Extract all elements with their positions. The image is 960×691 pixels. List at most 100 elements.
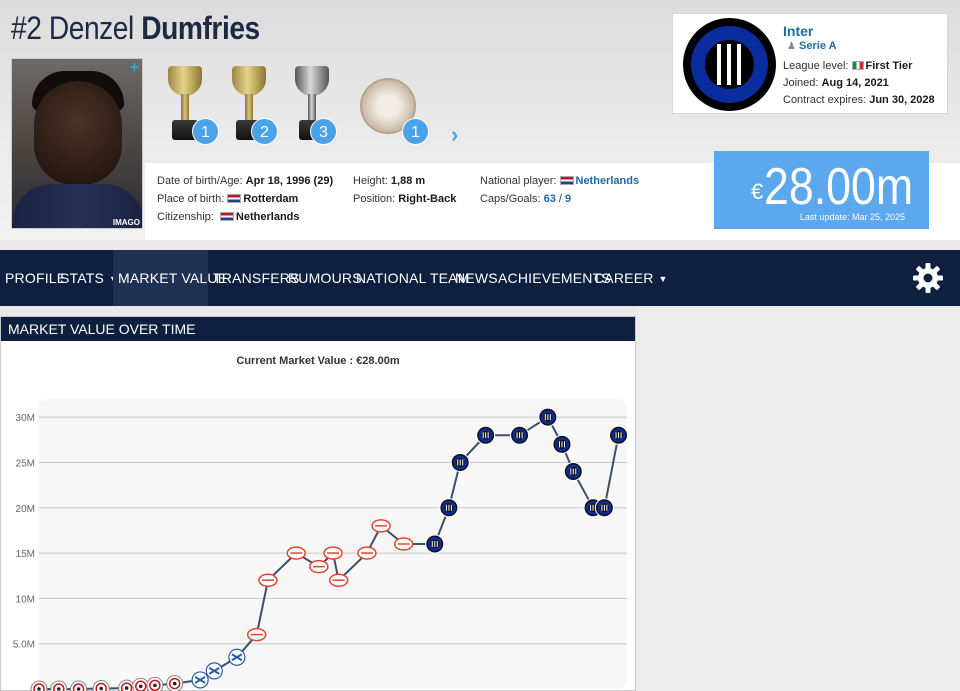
market-value-box[interactable]: € 28.00m Last update: Mar 25, 2025 xyxy=(714,151,929,229)
y-tick-label: 10M xyxy=(16,594,35,605)
nav-transfers[interactable]: TRANSFERS xyxy=(208,250,299,306)
dob-value: Apr 18, 1996 (29) xyxy=(245,175,334,187)
market-value-amount: 28.00m xyxy=(764,158,914,216)
contract-label: Contract expires: xyxy=(783,94,867,106)
data-point-inter-marker[interactable] xyxy=(425,534,445,554)
chevron-right-icon[interactable]: › xyxy=(451,122,458,148)
data-point-psv-marker[interactable] xyxy=(323,546,343,560)
data-point-inter-marker[interactable] xyxy=(439,498,459,518)
nav-news[interactable]: NEWS xyxy=(451,250,498,306)
data-point-psv-marker[interactable] xyxy=(393,537,414,551)
joined-value: Aug 14, 2021 xyxy=(821,77,889,89)
data-point-psv-marker[interactable] xyxy=(371,519,391,533)
data-point-sparta-marker[interactable] xyxy=(166,675,184,691)
club-card: Inter ♟ Serie A League level: First Tier… xyxy=(672,13,948,114)
citizenship-value: Netherlands xyxy=(235,211,300,223)
y-tick-label: 15M xyxy=(16,549,35,560)
plot-background xyxy=(39,399,627,689)
citizenship-label: Citizenship: xyxy=(157,211,214,223)
goals-link[interactable]: 9 xyxy=(565,193,571,205)
caps-link[interactable]: 63 xyxy=(544,193,556,205)
national-team-link[interactable]: Netherlands xyxy=(576,175,640,187)
position-row: Position: Right-Back xyxy=(353,193,456,205)
italy-flag-icon xyxy=(851,61,864,70)
data-point-inter-marker[interactable] xyxy=(594,498,614,518)
joined-row: Joined: Aug 14, 2021 xyxy=(783,77,889,89)
main-navigation: PROFILE STATS▼ MARKET VALUE TRANSFERS RU… xyxy=(0,250,960,306)
nav-achievements[interactable]: ACHIEVEMENTS xyxy=(493,250,611,306)
contract-row: Contract expires: Jun 30, 2028 xyxy=(783,94,935,106)
nav-profile[interactable]: PROFILE xyxy=(0,250,66,306)
height-value: 1,88 m xyxy=(390,175,426,187)
nav-stats[interactable]: STATS▼ xyxy=(56,250,118,306)
player-photo[interactable]: + IMAGO xyxy=(11,58,143,229)
nav-market-value[interactable]: MARKET VALUE xyxy=(113,250,227,306)
eredivisie-medal-icon[interactable] xyxy=(360,66,416,146)
netherlands-flag-icon xyxy=(219,212,234,221)
trophy-count-badge[interactable]: 1 xyxy=(402,118,429,145)
trophy-count-badge[interactable]: 2 xyxy=(251,118,278,145)
caret-down-icon: ▼ xyxy=(658,274,668,284)
national-label: National player: xyxy=(480,175,557,187)
nav-career[interactable]: CAREER ▼ xyxy=(589,250,667,306)
data-point-sparta-marker[interactable] xyxy=(118,679,136,691)
data-point-sparta-marker[interactable] xyxy=(132,677,150,691)
data-point-inter-marker[interactable] xyxy=(563,462,583,481)
data-point-inter-marker[interactable] xyxy=(450,452,470,472)
data-point-psv-marker[interactable] xyxy=(357,546,377,560)
contract-value: Jun 30, 2028 xyxy=(869,94,935,106)
caps-goals-row: Caps/Goals: 63 / 9 xyxy=(480,193,571,205)
last-update: Last update: Mar 25, 2025 xyxy=(799,212,905,222)
pob-row: Place of birth: Rotterdam xyxy=(157,193,298,205)
player-last-name: Dumfries xyxy=(141,10,260,46)
position-label: Position: xyxy=(353,193,396,205)
data-point-psv-marker[interactable] xyxy=(328,573,349,587)
national-player-row: National player: Netherlands xyxy=(480,175,639,187)
league-level-value: First Tier xyxy=(865,60,913,72)
pob-value: Rotterdam xyxy=(243,193,299,205)
profile-header: #2 Denzel Dumfries + IMAGO 1 2 3 1 › Dat… xyxy=(0,0,960,240)
nav-national-team[interactable]: NATIONAL TEAM xyxy=(352,250,469,306)
panel-heading: MARKET VALUE OVER TIME xyxy=(1,317,635,341)
data-point-inter-marker[interactable] xyxy=(538,407,558,427)
league-level-row: League level: First Tier xyxy=(783,60,912,72)
data-point-heerenveen-marker[interactable] xyxy=(205,662,223,680)
caps-separator: / xyxy=(555,193,566,205)
trophy-count-badge[interactable]: 1 xyxy=(192,118,219,145)
page-title: #2 Denzel Dumfries xyxy=(11,10,260,47)
right-column-background xyxy=(636,306,960,691)
position-value: Right-Back xyxy=(398,193,457,205)
data-point-inter-marker[interactable] xyxy=(476,425,496,445)
data-point-psv-marker[interactable] xyxy=(246,627,267,642)
data-point-inter-marker[interactable] xyxy=(552,434,572,454)
data-point-psv-marker[interactable] xyxy=(258,573,278,587)
league-row: ♟ Serie A xyxy=(787,40,837,52)
serie-a-icon: ♟ xyxy=(787,41,796,52)
data-point-sparta-marker[interactable] xyxy=(146,676,164,691)
data-point-psv-marker[interactable] xyxy=(286,546,306,560)
shirt-number: #2 xyxy=(11,10,42,46)
nav-rumours[interactable]: RUMOURS xyxy=(284,250,362,306)
club-name-link[interactable]: Inter xyxy=(783,23,813,39)
add-photo-icon[interactable]: + xyxy=(130,59,139,77)
league-level-label: League level: xyxy=(783,60,849,72)
data-point-heerenveen-marker[interactable] xyxy=(228,648,246,666)
data-point-heerenveen-marker[interactable] xyxy=(191,671,209,689)
caps-label: Caps/Goals: xyxy=(480,193,541,205)
y-tick-label: 30M xyxy=(16,413,35,424)
data-point-psv-marker[interactable] xyxy=(309,559,329,574)
data-point-inter-marker[interactable] xyxy=(609,425,629,445)
height-row: Height: 1,88 m xyxy=(353,175,425,187)
gear-icon[interactable] xyxy=(912,262,944,294)
joined-label: Joined: xyxy=(783,77,819,89)
data-point-inter-marker[interactable] xyxy=(510,425,530,445)
market-value-chart[interactable]: 5.0M10M15M20M25M30M20162018202020222024 xyxy=(1,341,635,691)
currency-symbol: € xyxy=(751,179,764,204)
trophy-count-badge[interactable]: 3 xyxy=(310,118,337,145)
height-label: Height: xyxy=(353,175,388,187)
photo-credit: IMAGO xyxy=(112,218,140,227)
pob-label: Place of birth: xyxy=(157,193,225,205)
inter-logo-icon[interactable] xyxy=(683,18,776,111)
league-link[interactable]: Serie A xyxy=(799,40,837,52)
y-tick-label: 20M xyxy=(16,504,35,515)
